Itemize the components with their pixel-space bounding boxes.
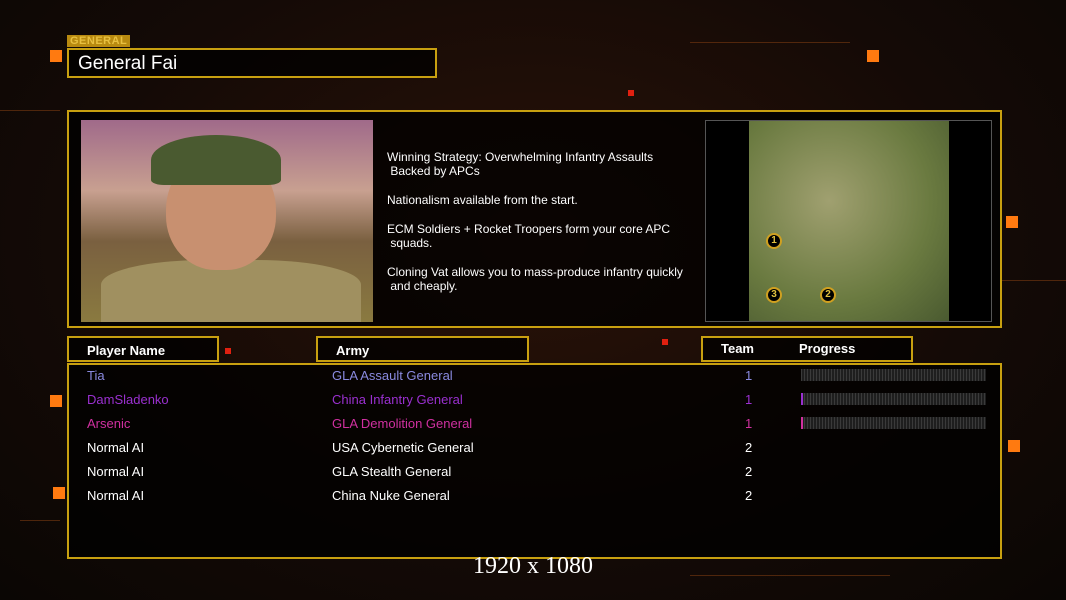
- progress-bar: [801, 369, 986, 381]
- table-row: Arsenic GLA Demolition General 1: [69, 413, 1000, 437]
- player-name: Normal AI: [87, 488, 145, 503]
- progress-bar: [801, 417, 986, 429]
- player-army: GLA Stealth General: [332, 464, 452, 479]
- general-name: General Fai: [67, 48, 437, 78]
- strategy-line: Nationalism available from the start.: [387, 193, 578, 207]
- header-progress: Progress: [799, 341, 856, 356]
- player-team: 1: [745, 368, 753, 383]
- strategy-line: ECM Soldiers + Rocket Troopers form your…: [387, 222, 671, 250]
- player-team: 1: [745, 416, 753, 431]
- start-position: 3: [766, 287, 782, 303]
- player-name: Normal AI: [87, 440, 145, 455]
- player-team: 2: [745, 488, 753, 503]
- strategy-line: Winning Strategy: Overwhelming Infantry …: [387, 150, 654, 178]
- player-name: Arsenic: [87, 416, 131, 431]
- header-player-name: Player Name: [67, 336, 219, 362]
- start-position: 1: [766, 233, 782, 249]
- player-team: 2: [745, 440, 753, 455]
- table-row: DamSladenko China Infantry General 1: [69, 389, 1000, 413]
- progress-fill: [801, 417, 803, 429]
- player-army: GLA Demolition General: [332, 416, 473, 431]
- player-army: China Nuke General: [332, 488, 450, 503]
- table-row: Tia GLA Assault General 1: [69, 365, 1000, 389]
- general-label: GENERAL: [67, 35, 131, 47]
- progress-fill: [801, 393, 803, 405]
- general-info-panel: Winning Strategy: Overwhelming Infantry …: [67, 110, 1002, 328]
- table-row: Normal AI China Nuke General 2: [69, 485, 1000, 509]
- strategy-text: Winning Strategy: Overwhelming Infantry …: [387, 150, 707, 308]
- progress-bar: [801, 393, 986, 405]
- player-name: DamSladenko: [87, 392, 169, 407]
- resolution-label: 1920 x 1080: [473, 553, 593, 579]
- players-table: Tia GLA Assault General 1 DamSladenko Chi…: [67, 363, 1002, 559]
- table-row: Normal AI GLA Stealth General 2: [69, 461, 1000, 485]
- player-name: Normal AI: [87, 464, 145, 479]
- strategy-line: Cloning Vat allows you to mass-produce i…: [387, 265, 683, 293]
- header-team: Team: [721, 341, 754, 356]
- map-preview: 1 2 3: [705, 120, 992, 322]
- table-row: Normal AI USA Cybernetic General 2: [69, 437, 1000, 461]
- header-team-progress: Team Progress: [701, 336, 913, 362]
- player-team: 2: [745, 464, 753, 479]
- player-army: China Infantry General: [332, 392, 463, 407]
- player-army: USA Cybernetic General: [332, 440, 474, 455]
- header-army: Army: [316, 336, 529, 362]
- player-army: GLA Assault General: [332, 368, 453, 383]
- general-portrait: [81, 120, 373, 322]
- start-position: 2: [820, 287, 836, 303]
- player-team: 1: [745, 392, 753, 407]
- player-name: Tia: [87, 368, 105, 383]
